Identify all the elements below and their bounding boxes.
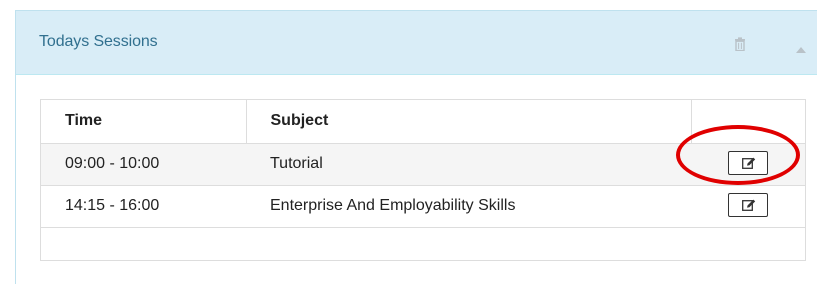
session-action-cell xyxy=(691,143,805,185)
edit-session-button[interactable] xyxy=(728,150,768,175)
panel-title: Todays Sessions xyxy=(39,33,158,50)
todays-sessions-panel: Todays Sessions Time Subject 09:00 - 10:… xyxy=(15,10,817,284)
session-subject: Tutorial xyxy=(270,155,323,172)
edit-session-button[interactable] xyxy=(728,192,768,217)
column-header-action xyxy=(691,100,805,144)
table-row: 14:15 - 16:00 Enterprise And Employabili… xyxy=(41,185,805,227)
session-time: 14:15 - 16:00 xyxy=(65,197,160,214)
session-subject: Enterprise And Employability Skills xyxy=(270,197,516,214)
edit-icon xyxy=(742,199,756,211)
table-header-row: Time Subject xyxy=(41,100,805,144)
table-row: 09:00 - 10:00 Tutorial xyxy=(41,143,805,185)
collapse-up-icon[interactable] xyxy=(796,40,806,53)
edit-icon xyxy=(742,157,756,169)
sessions-table: Time Subject 09:00 - 10:00 Tutorial 14:1… xyxy=(41,100,805,228)
column-header-time: Time xyxy=(41,100,247,144)
session-action-cell xyxy=(691,185,805,227)
column-header-subject: Subject xyxy=(246,100,692,144)
sessions-table-container: Time Subject 09:00 - 10:00 Tutorial 14:1… xyxy=(40,99,806,261)
trash-icon[interactable] xyxy=(734,37,746,52)
session-time: 09:00 - 10:00 xyxy=(65,155,160,172)
panel-heading: Todays Sessions xyxy=(16,11,817,75)
